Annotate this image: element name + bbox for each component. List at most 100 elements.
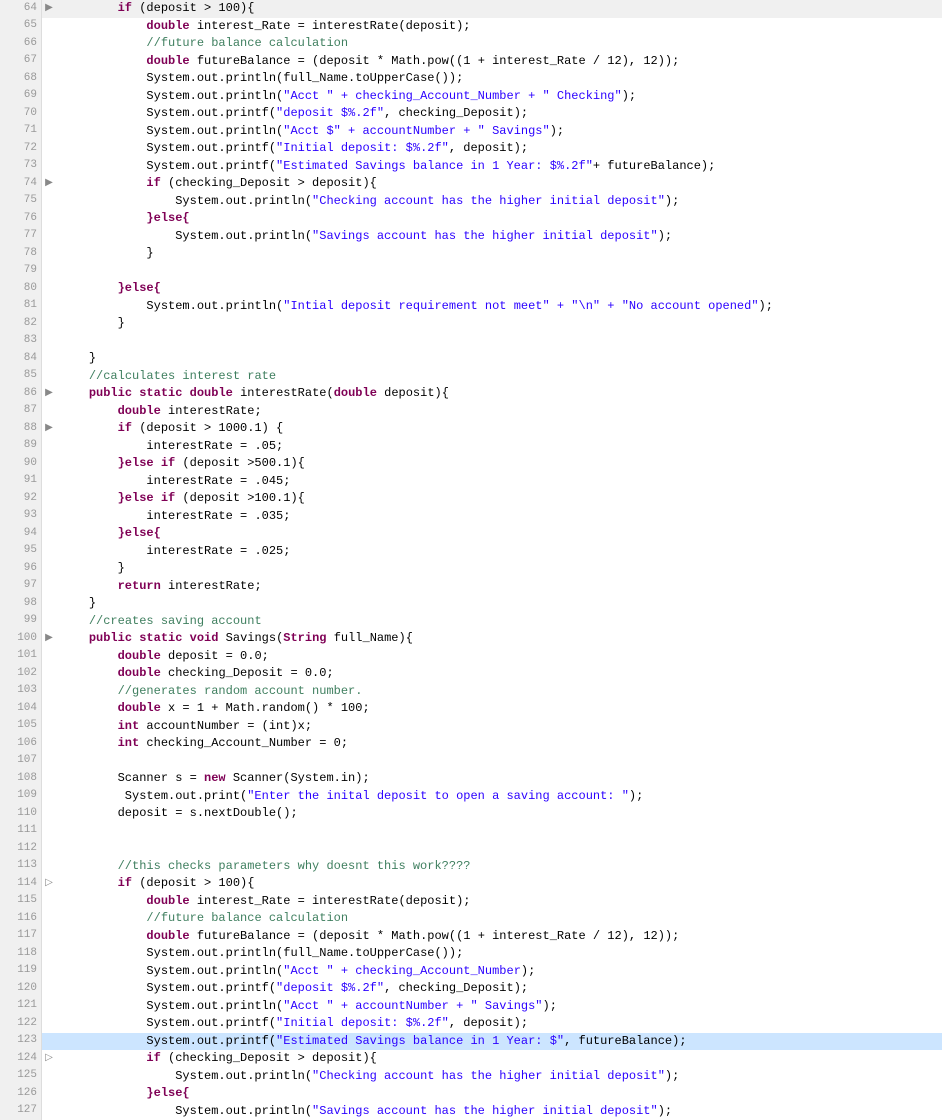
code-line: 94 }else{ [0,525,942,543]
token-plain [182,386,189,400]
line-gutter: 126 [0,1085,42,1103]
code-line: 107 [0,753,942,771]
token-plain: System.out.println( [175,229,312,243]
line-content: System.out.println("Savings account has … [56,1103,942,1120]
token-plain: System.out.printf( [146,1016,276,1030]
line-number: 104 [17,701,37,717]
fold-icon [42,140,56,158]
token-string: "Estimated Savings balance in 1 Year: $%… [276,159,593,173]
fold-icon[interactable]: ▶ [42,0,56,18]
fold-icon [42,753,56,771]
line-content: double interest_Rate = interestRate(depo… [56,893,942,911]
fold-icon [42,228,56,246]
code-line: 106 int checking_Account_Number = 0; [0,735,942,753]
line-gutter: 99 [0,613,42,631]
code-line: 83 [0,333,942,351]
line-content [56,263,942,281]
code-line: 79 [0,263,942,281]
code-line: 111 [0,823,942,841]
token-plain: checking_Deposit = 0.0; [161,666,334,680]
line-content: System.out.println(full_Name.toUpperCase… [56,945,942,963]
token-comment: //future balance calculation [146,36,348,50]
token-type: double [146,19,189,33]
token-string: "Initial deposit: $%.2f" [276,1016,449,1030]
token-plain: ); [665,194,679,208]
fold-icon[interactable]: ▶ [42,385,56,403]
line-gutter: 116 [0,910,42,928]
token-plain: System.out.printf( [146,1034,276,1048]
line-content: System.out.println("Acct " + accountNumb… [56,998,942,1016]
fold-icon [42,858,56,876]
code-line: 82 } [0,315,942,333]
line-gutter: 83 [0,333,42,351]
token-plain: System.out.println( [146,964,283,978]
token-plain: (checking_Deposit > deposit){ [161,1051,377,1065]
code-line: 113 //this checks parameters why doesnt … [0,858,942,876]
fold-icon[interactable]: ▷ [42,875,56,893]
line-content: System.out.println("Checking account has… [56,1068,942,1086]
code-line: 91 interestRate = .045; [0,473,942,491]
line-number: 123 [17,1033,37,1049]
fold-icon [42,543,56,561]
line-gutter: 71 [0,123,42,141]
token-plain: ); [622,89,636,103]
token-plain: interestRate; [161,404,262,418]
code-line: 125 System.out.println("Checking account… [0,1068,942,1086]
code-line: 70 System.out.printf("deposit $%.2f", ch… [0,105,942,123]
line-gutter: 75 [0,193,42,211]
line-content: double interest_Rate = interestRate(depo… [56,18,942,36]
code-line: 112 [0,840,942,858]
line-content [56,823,942,841]
code-line: 90 }else if (deposit >500.1){ [0,455,942,473]
line-content: }else{ [56,525,942,543]
line-gutter: 87 [0,403,42,421]
line-number: 90 [24,456,37,472]
line-number: 100 [17,631,37,647]
line-content: System.out.println("Savings account has … [56,228,942,246]
line-number: 86 [24,386,37,402]
token-plain: interestRate = .05; [146,439,283,453]
token-string: "Savings account has the higher initial … [312,229,658,243]
code-line: 92 }else if (deposit >100.1){ [0,490,942,508]
code-line: 67 double futureBalance = (deposit * Mat… [0,53,942,71]
token-comment: //future balance calculation [146,911,348,925]
fold-icon[interactable]: ▷ [42,1050,56,1068]
token-plain: , deposit); [449,1016,528,1030]
line-number: 73 [24,158,37,174]
token-plain: System.out.println( [146,89,283,103]
token-kw: if [118,421,132,435]
line-content: interestRate = .045; [56,473,942,491]
line-gutter: 115 [0,893,42,911]
fold-icon[interactable]: ▶ [42,175,56,193]
line-gutter: 106 [0,735,42,753]
line-number: 124 [17,1051,37,1067]
token-plain: , checking_Deposit); [384,981,528,995]
fold-icon[interactable]: ▶ [42,420,56,438]
token-comment: //creates saving account [89,614,262,628]
token-string: "Acct " + accountNumber + " Savings" [283,999,542,1013]
token-kw: }else{ [146,1086,189,1100]
line-number: 94 [24,526,37,542]
line-gutter: 90 [0,455,42,473]
line-number: 91 [24,473,37,489]
line-gutter: 74 [0,175,42,193]
line-number: 76 [24,211,37,227]
line-number: 77 [24,228,37,244]
token-string: "Checking account has the higher initial… [312,1069,665,1083]
code-line: 126 }else{ [0,1085,942,1103]
line-number: 92 [24,491,37,507]
fold-icon [42,438,56,456]
line-content: System.out.print("Enter the inital depos… [56,788,942,806]
line-content: if (deposit > 100){ [56,875,942,893]
code-line: 102 double checking_Deposit = 0.0; [0,665,942,683]
fold-icon [42,123,56,141]
token-plain: ); [543,999,557,1013]
fold-icon[interactable]: ▶ [42,630,56,648]
token-plain: checking_Account_Number = 0; [139,736,348,750]
code-line: 109 System.out.print("Enter the inital d… [0,788,942,806]
line-number: 72 [24,141,37,157]
fold-icon [42,683,56,701]
line-content: int accountNumber = (int)x; [56,718,942,736]
token-kw: static [139,631,182,645]
code-line: 95 interestRate = .025; [0,543,942,561]
